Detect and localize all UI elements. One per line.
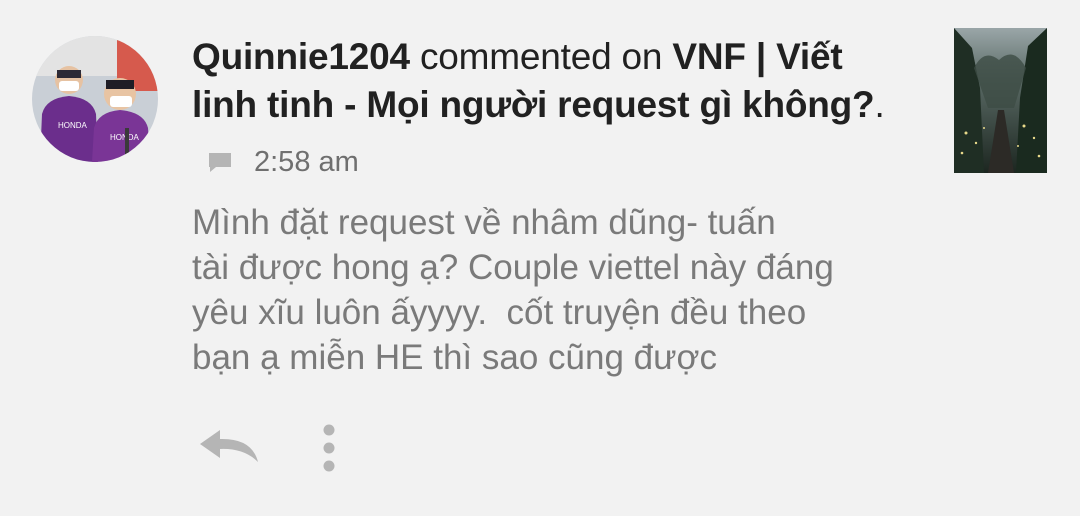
- reply-arrow-icon: [200, 430, 258, 462]
- comment-time: 2:58 am: [254, 145, 359, 178]
- title-suffix: .: [874, 84, 885, 125]
- story-thumbnail[interactable]: [954, 28, 1047, 173]
- svg-text:HONDA: HONDA: [58, 121, 88, 130]
- action-text: commented on: [419, 36, 663, 77]
- more-options-button[interactable]: [314, 422, 344, 474]
- comment-bubble-icon: [206, 148, 234, 176]
- reply-button[interactable]: [198, 426, 262, 466]
- avatar-photo-icon: HONDA HONDA: [32, 36, 158, 162]
- comment-line: Mình đặt request về nhâm dũng- tuấn: [192, 203, 776, 242]
- comment-line: yêu xĩu luôn ấyyyy. cốt truyện đều theo: [192, 293, 807, 332]
- svg-text:HONDA: HONDA: [110, 133, 140, 142]
- comment-line: tài được hong ạ? Couple viettel này đáng: [192, 248, 834, 287]
- notification-headline: Quinnie1204 commented on VNF | Viết linh…: [192, 33, 912, 129]
- username-link[interactable]: Quinnie1204: [192, 36, 410, 77]
- comment-body: Mình đặt request về nhâm dũng- tuấn tài …: [192, 200, 952, 380]
- comment-line: bạn ạ miễn HE thì sao cũng được: [192, 338, 717, 377]
- comment-meta: 2:58 am: [206, 142, 359, 182]
- user-avatar[interactable]: HONDA HONDA: [32, 36, 158, 162]
- story-cover-icon: [954, 28, 1047, 173]
- vertical-dots-icon: [323, 424, 335, 472]
